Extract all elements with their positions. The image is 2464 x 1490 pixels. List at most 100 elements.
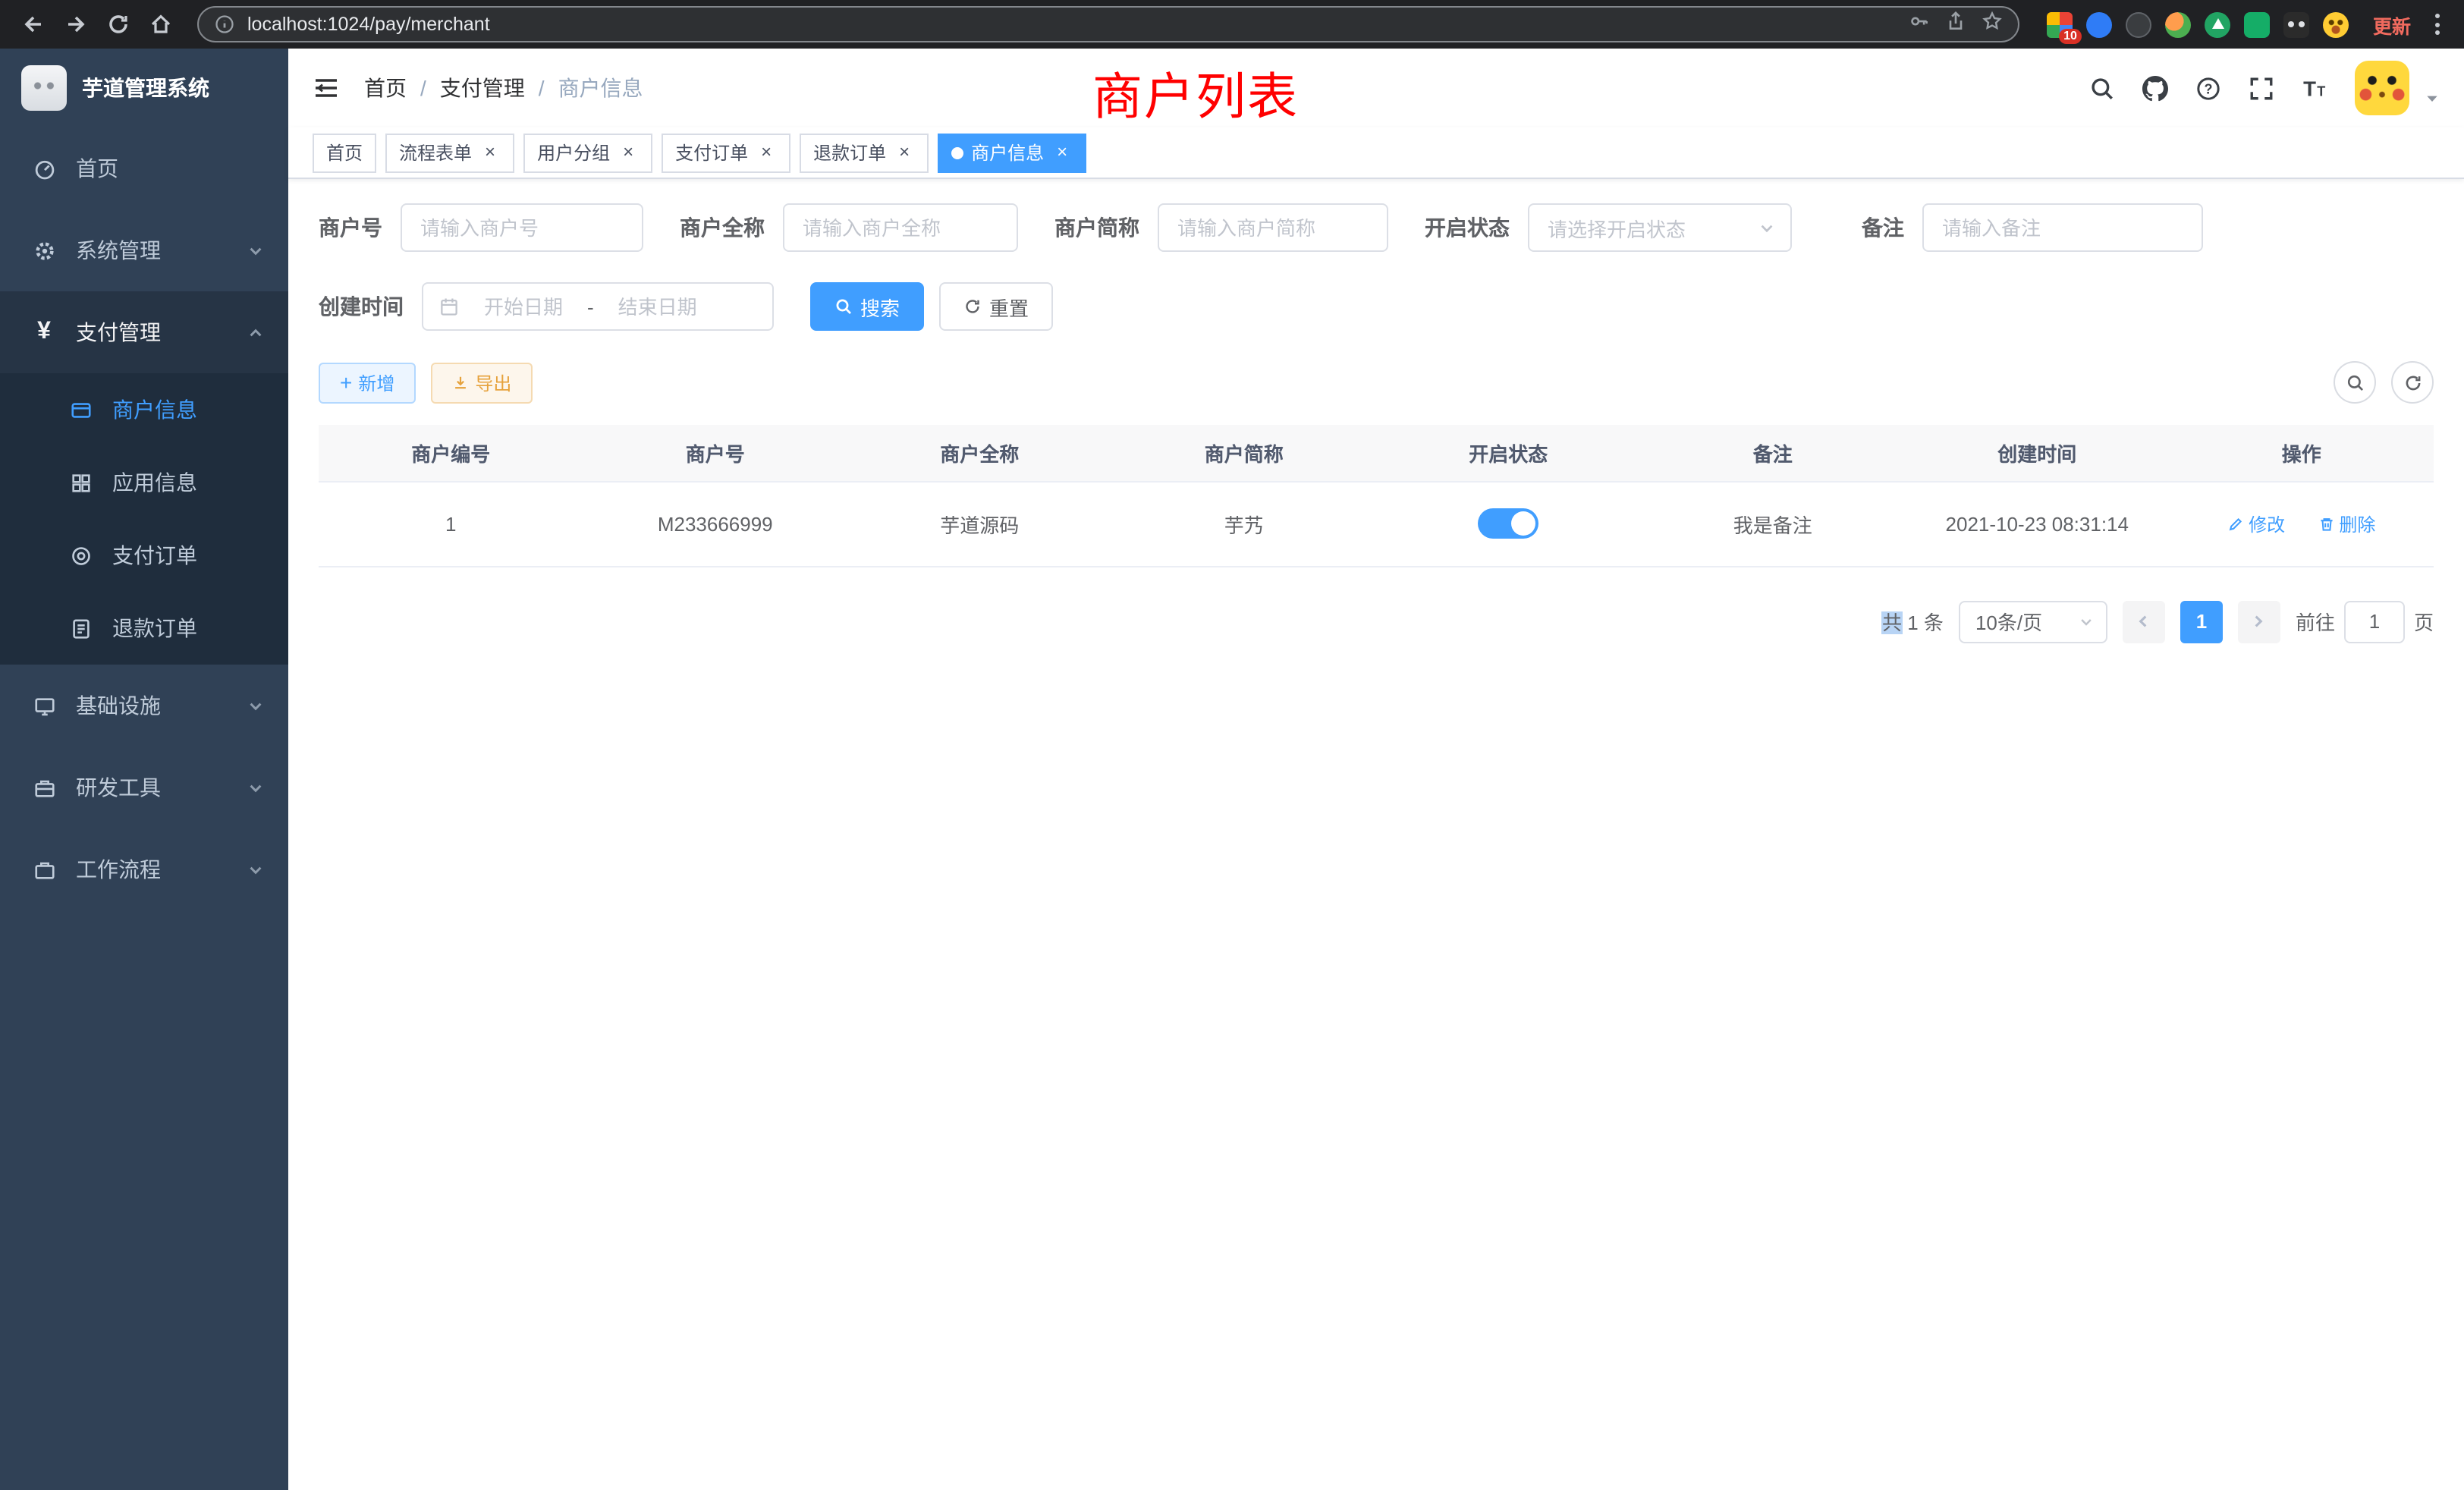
extensions-cluster: 10	[2047, 11, 2349, 37]
close-icon[interactable]: ×	[479, 142, 501, 163]
tab-home[interactable]: 首页	[313, 133, 376, 172]
sidebar-item-infrastructure[interactable]: 基础设施	[0, 665, 288, 747]
filter-row-1: 商户号 商户全称 商户简称 开启状态 请选择开启状态	[319, 203, 2434, 252]
tab-pay-order[interactable]: 支付订单 ×	[662, 133, 790, 172]
cell-merchant-no: M233666999	[583, 481, 848, 566]
close-icon[interactable]: ×	[756, 142, 777, 163]
chevron-down-icon	[1758, 219, 1775, 236]
toggle-search-button[interactable]	[2334, 361, 2376, 404]
sidebar-item-label: 退款订单	[112, 613, 197, 643]
chevron-right-icon	[2251, 613, 2268, 630]
sidebar-item-refund-order[interactable]: 退款订单	[0, 592, 288, 665]
fullscreen-icon[interactable]	[2249, 75, 2274, 101]
short-name-input[interactable]	[1158, 203, 1388, 252]
tab-refund-order[interactable]: 退款订单 ×	[800, 133, 929, 172]
sidebar-item-label: 支付管理	[76, 317, 161, 347]
remark-label: 备注	[1862, 212, 1904, 243]
extension-icon-1[interactable]	[2086, 11, 2112, 37]
chevron-down-icon	[2079, 614, 2094, 629]
share-icon[interactable]	[1945, 10, 1966, 39]
browser-menu-icon[interactable]	[2426, 8, 2449, 41]
font-size-icon[interactable]: TT	[2302, 75, 2327, 101]
tab-user-group[interactable]: 用户分组 ×	[523, 133, 652, 172]
sidebar-item-label: 应用信息	[112, 467, 197, 498]
next-page-button[interactable]	[2238, 600, 2280, 643]
sidebar-item-system[interactable]: 系统管理	[0, 209, 288, 291]
payment-submenu: 商户信息 应用信息 支付订单	[0, 373, 288, 665]
url-text[interactable]: localhost:1024/pay/merchant	[247, 14, 1897, 35]
address-bar[interactable]: localhost:1024/pay/merchant	[197, 6, 2019, 42]
page-size-select[interactable]: 10条/页	[1959, 600, 2107, 643]
goto-page-input[interactable]	[2344, 600, 2405, 643]
breadcrumb-home[interactable]: 首页	[364, 73, 407, 103]
sidebar-item-home[interactable]: 首页	[0, 127, 288, 209]
breadcrumb: 首页 / 支付管理 / 商户信息	[364, 73, 643, 103]
help-icon[interactable]: ?	[2195, 75, 2221, 101]
extensions-menu-icon[interactable]: 10	[2047, 11, 2073, 37]
sidebar-item-dev-tools[interactable]: 研发工具	[0, 747, 288, 828]
breadcrumb-separator: /	[539, 76, 545, 100]
merchant-id-input[interactable]	[401, 203, 643, 252]
sidebar-item-workflow[interactable]: 工作流程	[0, 828, 288, 910]
delete-button[interactable]: 删除	[2318, 511, 2375, 536]
app-logo[interactable]: 芋道管理系统	[0, 49, 288, 127]
reload-icon[interactable]	[100, 6, 137, 42]
col-actions: 操作	[2170, 425, 2434, 481]
extension-icon-3[interactable]	[2165, 11, 2191, 37]
chrome-update-button[interactable]: 更新	[2373, 10, 2411, 39]
password-key-icon[interactable]	[1909, 10, 1930, 39]
close-icon[interactable]: ×	[894, 142, 915, 163]
add-button[interactable]: + 新增	[319, 362, 416, 403]
create-time-range-picker[interactable]: -	[422, 282, 774, 331]
extension-icon-6[interactable]	[2283, 11, 2309, 37]
svg-text:T: T	[2317, 83, 2325, 99]
sidebar-item-merchant-info[interactable]: 商户信息	[0, 373, 288, 446]
breadcrumb-payment[interactable]: 支付管理	[440, 73, 525, 103]
back-icon[interactable]	[15, 6, 52, 42]
toolbox-icon	[30, 776, 58, 799]
site-info-icon[interactable]	[214, 14, 235, 35]
document-icon	[67, 617, 94, 640]
caret-down-icon[interactable]	[2425, 91, 2440, 115]
sidebar-item-label: 基础设施	[76, 690, 161, 721]
extension-icon-2[interactable]	[2126, 11, 2151, 37]
start-date-input[interactable]	[466, 295, 581, 318]
bookmark-star-icon[interactable]	[1982, 10, 2003, 39]
user-avatar[interactable]	[2355, 61, 2409, 115]
end-date-input[interactable]	[600, 295, 715, 318]
home-icon[interactable]	[143, 6, 179, 42]
close-icon[interactable]: ×	[1051, 142, 1073, 163]
export-button[interactable]: 导出	[431, 362, 533, 403]
sidebar-item-app-info[interactable]: 应用信息	[0, 446, 288, 519]
extension-icon-7[interactable]	[2323, 11, 2349, 37]
sidebar-item-payment[interactable]: ¥ 支付管理	[0, 291, 288, 373]
col-create-time: 创建时间	[1905, 425, 2170, 481]
extension-icon-4[interactable]	[2205, 11, 2230, 37]
sidebar-item-pay-order[interactable]: 支付订单	[0, 519, 288, 592]
refresh-table-button[interactable]	[2391, 361, 2434, 404]
svg-text:T: T	[2303, 77, 2316, 100]
close-icon[interactable]: ×	[618, 142, 639, 163]
sidebar-fold-icon[interactable]	[313, 74, 340, 102]
edit-button[interactable]: 修改	[2227, 511, 2285, 536]
sidebar: 芋道管理系统 首页 系统管理	[0, 49, 288, 1490]
main-area: 首页 / 支付管理 / 商户信息 商户列表 ?	[288, 49, 2464, 1490]
prev-page-button[interactable]	[2123, 600, 2165, 643]
reset-button[interactable]: 重置	[939, 282, 1053, 331]
filter-row-2: 创建时间 - 搜索 重置	[319, 282, 2434, 331]
cell-merchant-id: 1	[319, 481, 583, 566]
search-icon[interactable]	[2089, 75, 2115, 101]
goto-unit: 页	[2414, 607, 2434, 636]
tab-merchant-info[interactable]: 商户信息 ×	[938, 133, 1086, 172]
remark-input[interactable]	[1922, 203, 2203, 252]
page-number-button[interactable]: 1	[2180, 600, 2223, 643]
cell-create-time: 2021-10-23 08:31:14	[1905, 481, 2170, 566]
github-icon[interactable]	[2142, 75, 2168, 101]
forward-icon[interactable]	[58, 6, 94, 42]
search-button[interactable]: 搜索	[810, 282, 924, 331]
status-select[interactable]: 请选择开启状态	[1528, 203, 1792, 252]
merchant-name-input[interactable]	[783, 203, 1018, 252]
status-toggle[interactable]	[1478, 508, 1538, 539]
extension-icon-5[interactable]	[2244, 11, 2270, 37]
tab-process-form[interactable]: 流程表单 ×	[385, 133, 514, 172]
